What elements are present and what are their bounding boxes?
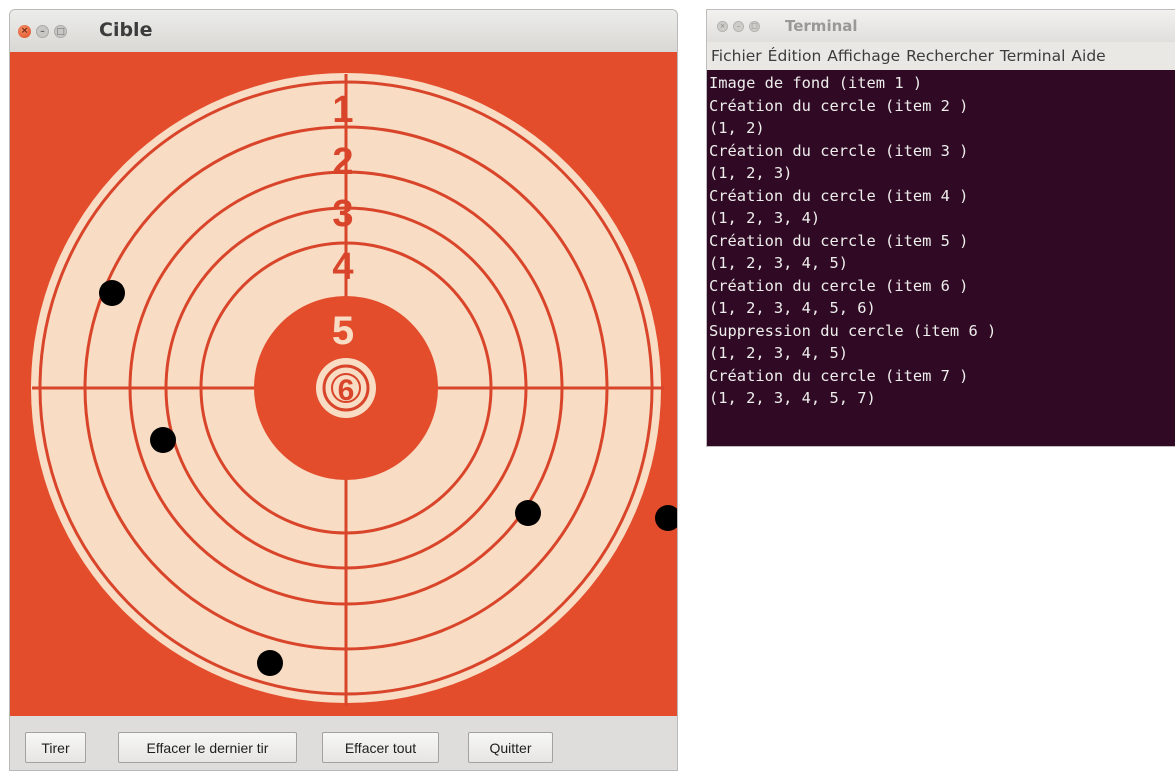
ring-number-1: 1 — [332, 89, 353, 131]
ring-number-6: 6 — [338, 374, 355, 407]
shot-hole — [515, 500, 541, 526]
button-bar: Tirer Effacer le dernier tir Effacer tou… — [10, 716, 677, 770]
shot-hole — [99, 280, 125, 306]
undo-last-shot-button[interactable]: Effacer le dernier tir — [118, 732, 297, 763]
maximize-icon[interactable]: □ — [54, 25, 67, 38]
terminal-line: (1, 2) — [709, 119, 765, 137]
close-icon[interactable]: × — [717, 21, 728, 32]
ring-number-4: 4 — [332, 246, 353, 288]
terminal-output[interactable]: Image de fond (item 1 ) Création du cerc… — [707, 70, 1175, 446]
target-titlebar[interactable]: × – □ Cible — [10, 10, 677, 52]
terminal-line: (1, 2, 3, 4, 5) — [709, 254, 848, 272]
close-icon[interactable]: × — [18, 25, 31, 38]
target-window: × – □ Cible 1 2 3 4 5 6 Tirer Effacer le… — [9, 9, 678, 771]
terminal-line: (1, 2, 3, 4, 5) — [709, 344, 848, 362]
terminal-line: Création du cercle (item 7 ) — [709, 366, 969, 385]
terminal-line: (1, 2, 3, 4, 5, 7) — [709, 389, 876, 407]
terminal-line: Image de fond (item 1 ) — [709, 74, 923, 92]
quit-button[interactable]: Quitter — [468, 732, 553, 763]
menu-view[interactable]: Affichage — [827, 47, 900, 65]
menu-edit[interactable]: Édition — [768, 47, 822, 65]
fire-button[interactable]: Tirer — [25, 732, 86, 763]
menu-help[interactable]: Aide — [1071, 47, 1105, 65]
shot-hole — [150, 427, 176, 453]
terminal-line: Création du cercle (item 4 ) — [709, 186, 969, 205]
window-title: Cible — [99, 19, 153, 41]
terminal-line: Création du cercle (item 6 ) — [709, 276, 969, 295]
shot-hole — [257, 650, 283, 676]
target-canvas[interactable]: 1 2 3 4 5 6 — [10, 52, 678, 716]
terminal-menubar: Fichier Édition Affichage Rechercher Ter… — [707, 42, 1175, 70]
ring-number-2: 2 — [332, 141, 353, 183]
ring-number-3: 3 — [332, 193, 353, 235]
menu-terminal[interactable]: Terminal — [1000, 47, 1066, 65]
menu-search[interactable]: Rechercher — [906, 47, 994, 65]
terminal-line: Création du cercle (item 3 ) — [709, 141, 969, 160]
menu-file[interactable]: Fichier — [711, 47, 762, 65]
terminal-line: Suppression du cercle (item 6 ) — [709, 321, 997, 340]
terminal-window: × – □ Terminal Fichier Édition Affichage… — [706, 9, 1175, 447]
terminal-line: (1, 2, 3) — [709, 164, 793, 182]
maximize-icon[interactable]: □ — [749, 21, 760, 32]
ring-number-5: 5 — [332, 309, 354, 353]
clear-all-button[interactable]: Effacer tout — [322, 732, 439, 763]
minimize-icon[interactable]: – — [733, 21, 744, 32]
terminal-title: Terminal — [785, 17, 858, 35]
terminal-line: Création du cercle (item 2 ) — [709, 96, 969, 115]
minimize-icon[interactable]: – — [36, 25, 49, 38]
terminal-line: (1, 2, 3, 4) — [709, 209, 821, 227]
terminal-line: (1, 2, 3, 4, 5, 6) — [709, 299, 876, 317]
target-image[interactable]: 1 2 3 4 5 6 — [10, 52, 678, 716]
terminal-line: Création du cercle (item 5 ) — [709, 231, 969, 250]
terminal-titlebar[interactable]: × – □ Terminal — [707, 10, 1175, 42]
